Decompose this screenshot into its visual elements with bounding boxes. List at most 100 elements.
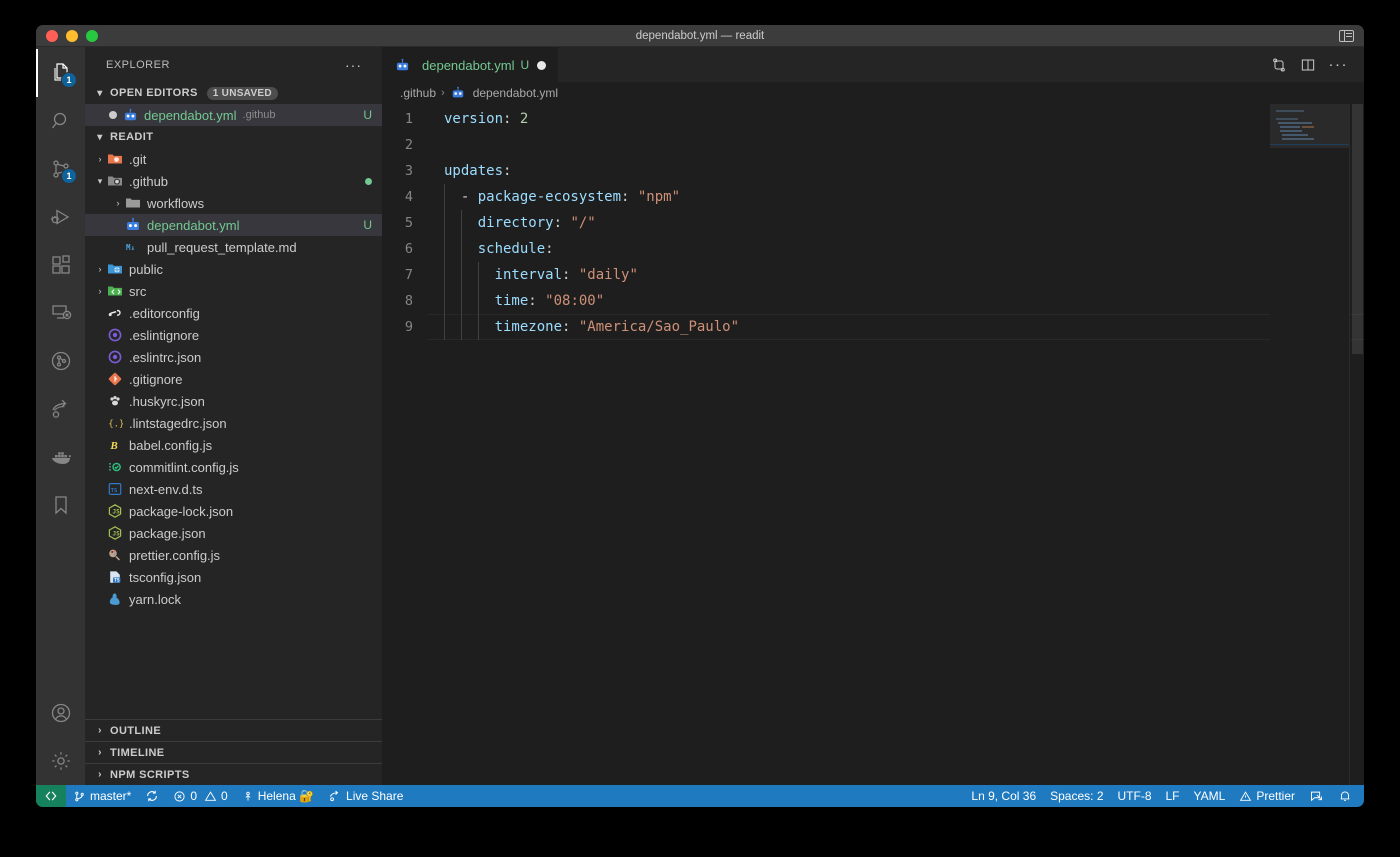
activity-item-extensions[interactable]: [36, 241, 85, 289]
tree-item-tsconfig-json[interactable]: TS tsconfig.json: [85, 566, 382, 588]
activity-item-search[interactable]: [36, 97, 85, 145]
status-cursor-position[interactable]: Ln 9, Col 36: [964, 785, 1043, 807]
tree-item-yarn-lock[interactable]: yarn.lock: [85, 588, 382, 610]
editor-scrollbar[interactable]: [1350, 104, 1364, 785]
tree-item-label: src: [129, 283, 147, 299]
customize-layout-button[interactable]: [1336, 27, 1356, 44]
status-language-mode[interactable]: YAML: [1187, 785, 1233, 807]
breadcrumb-item-file[interactable]: dependabot.yml: [473, 86, 558, 100]
open-changes-button[interactable]: [1271, 57, 1287, 73]
breadcrumb-item-folder[interactable]: .github: [400, 86, 436, 100]
tree-item-git[interactable]: › .git: [85, 148, 382, 170]
line-text: schedule:: [429, 236, 554, 262]
tree-item-editorconfig[interactable]: .editorconfig: [85, 302, 382, 324]
minimize-window-button[interactable]: [66, 29, 78, 42]
svg-text:{.}: {.}: [108, 420, 123, 430]
tree-item-src[interactable]: › src: [85, 280, 382, 302]
status-warning-count: 0: [221, 789, 228, 803]
tree-item-label: .lintstagedrc.json: [129, 415, 227, 431]
status-eol[interactable]: LF: [1159, 785, 1187, 807]
window-controls[interactable]: [36, 29, 98, 42]
code-line[interactable]: 5 directory: "/": [382, 210, 1364, 236]
tree-item-lintstagedrc-json[interactable]: {.} .lintstagedrc.json: [85, 412, 382, 434]
tab-dirty-close-icon[interactable]: [537, 60, 547, 70]
more-actions-button[interactable]: ···: [1329, 57, 1349, 72]
tree-item-huskyrc-json[interactable]: .huskyrc.json: [85, 390, 382, 412]
status-bar-right: Ln 9, Col 36 Spaces: 2 UTF-8 LF YAML Pre…: [964, 785, 1364, 807]
tree-item-gitignore[interactable]: .gitignore: [85, 368, 382, 390]
tree-item-github[interactable]: ▾ .github: [85, 170, 382, 192]
status-feedback[interactable]: [1302, 785, 1331, 807]
sidebar-more-actions-icon[interactable]: ···: [345, 58, 362, 72]
tree-item-eslintignore[interactable]: .eslintignore: [85, 324, 382, 346]
status-live-share[interactable]: Live Share: [321, 785, 410, 807]
code-line[interactable]: 8 time: "08:00": [382, 288, 1364, 314]
activity-item-gitlens[interactable]: [36, 337, 85, 385]
open-editor-item[interactable]: dependabot.yml .github U: [85, 104, 382, 126]
status-sync-changes[interactable]: [138, 785, 166, 807]
activity-item-run-and-debug[interactable]: [36, 193, 85, 241]
token-k: time: [494, 293, 529, 309]
activity-item-explorer[interactable]: 1: [36, 49, 85, 97]
tree-item-label: pull_request_template.md: [147, 239, 297, 255]
status-git-branch[interactable]: master*: [66, 785, 138, 807]
code-line[interactable]: 6 schedule:: [382, 236, 1364, 262]
indent-guide: [444, 288, 445, 314]
project-header[interactable]: ▾ READIT: [85, 126, 382, 148]
code-content[interactable]: 1 version: 2 2 3 updates: 4 - package-ecosyst…: [382, 104, 1364, 785]
line-number: 6: [404, 241, 413, 257]
tree-item-commitlint-config-js[interactable]: commitlint.config.js: [85, 456, 382, 478]
panel-timeline-label: TIMELINE: [110, 746, 165, 759]
status-remote-indicator[interactable]: [36, 785, 66, 807]
status-prettier[interactable]: Prettier: [1232, 785, 1302, 807]
folder-icon: [125, 195, 141, 211]
code-line[interactable]: 7 interval: "daily": [382, 262, 1364, 288]
panel-timeline[interactable]: › TIMELINE: [85, 741, 382, 763]
editor-scrollbar-thumb[interactable]: [1352, 104, 1363, 354]
file-tree[interactable]: › .git ▾ .github › workflows dependabot.yml U M↓…: [85, 148, 382, 719]
activity-item-accounts[interactable]: [36, 689, 85, 737]
tree-item-public[interactable]: › public: [85, 258, 382, 280]
panel-npm-scripts[interactable]: › NPM SCRIPTS: [85, 763, 382, 785]
code-line[interactable]: 4 - package-ecosystem: "npm": [382, 184, 1364, 210]
tree-item-pull-request-template-md[interactable]: M↓ pull_request_template.md: [85, 236, 382, 258]
yarn-icon: [107, 591, 123, 607]
status-indentation[interactable]: Spaces: 2: [1043, 785, 1110, 807]
activity-item-remote-explorer[interactable]: [36, 289, 85, 337]
tree-item-dependabot-yml[interactable]: dependabot.yml U: [85, 214, 382, 236]
status-encoding[interactable]: UTF-8: [1111, 785, 1159, 807]
tree-item-package-json[interactable]: JS package.json: [85, 522, 382, 544]
status-notifications[interactable]: [1331, 785, 1364, 807]
code-line[interactable]: 3 updates:: [382, 158, 1364, 184]
tree-item-prettier-config-js[interactable]: prettier.config.js: [85, 544, 382, 566]
close-window-button[interactable]: [46, 29, 58, 42]
tree-item-workflows[interactable]: › workflows: [85, 192, 382, 214]
zoom-window-button[interactable]: [86, 29, 98, 42]
code-line[interactable]: 9 timezone: "America/Sao_Paulo": [382, 314, 1364, 340]
tree-item-babel-config-js[interactable]: Bbabel.config.js: [85, 434, 382, 456]
activity-item-settings[interactable]: [36, 737, 85, 785]
tree-item-next-env-d-ts[interactable]: TS next-env.d.ts: [85, 478, 382, 500]
tab-untracked-flag: U: [520, 58, 530, 72]
tree-item-package-lock-json[interactable]: JS package-lock.json: [85, 500, 382, 522]
tree-item-label: .gitignore: [129, 371, 183, 387]
code-line[interactable]: 2: [382, 132, 1364, 158]
split-editor-button[interactable]: [1300, 57, 1316, 73]
token-p: [444, 293, 495, 309]
token-s: "08:00": [545, 293, 605, 309]
activity-item-bookmarks[interactable]: [36, 481, 85, 529]
activity-item-source-control[interactable]: 1: [36, 145, 85, 193]
code-line[interactable]: 1 version: 2: [382, 106, 1364, 132]
token-k: interval: [494, 267, 563, 283]
tree-item-label: .github: [129, 173, 169, 189]
tab-dependabot-yml[interactable]: dependabot.yml U: [382, 47, 560, 82]
activity-item-docker[interactable]: [36, 433, 85, 481]
token-k: package-ecosystem: [477, 189, 622, 205]
open-editors-section: ▾ OPEN EDITORS 1 UNSAVED dependabot.yml …: [85, 82, 382, 126]
status-problems[interactable]: 0 0: [166, 785, 234, 807]
open-editors-header[interactable]: ▾ OPEN EDITORS 1 UNSAVED: [85, 82, 382, 104]
activity-item-live-share[interactable]: [36, 385, 85, 433]
tree-item-eslintrc-json[interactable]: .eslintrc.json: [85, 346, 382, 368]
panel-outline[interactable]: › OUTLINE: [85, 719, 382, 741]
status-live-share-session[interactable]: Helena 🔐: [235, 785, 321, 807]
